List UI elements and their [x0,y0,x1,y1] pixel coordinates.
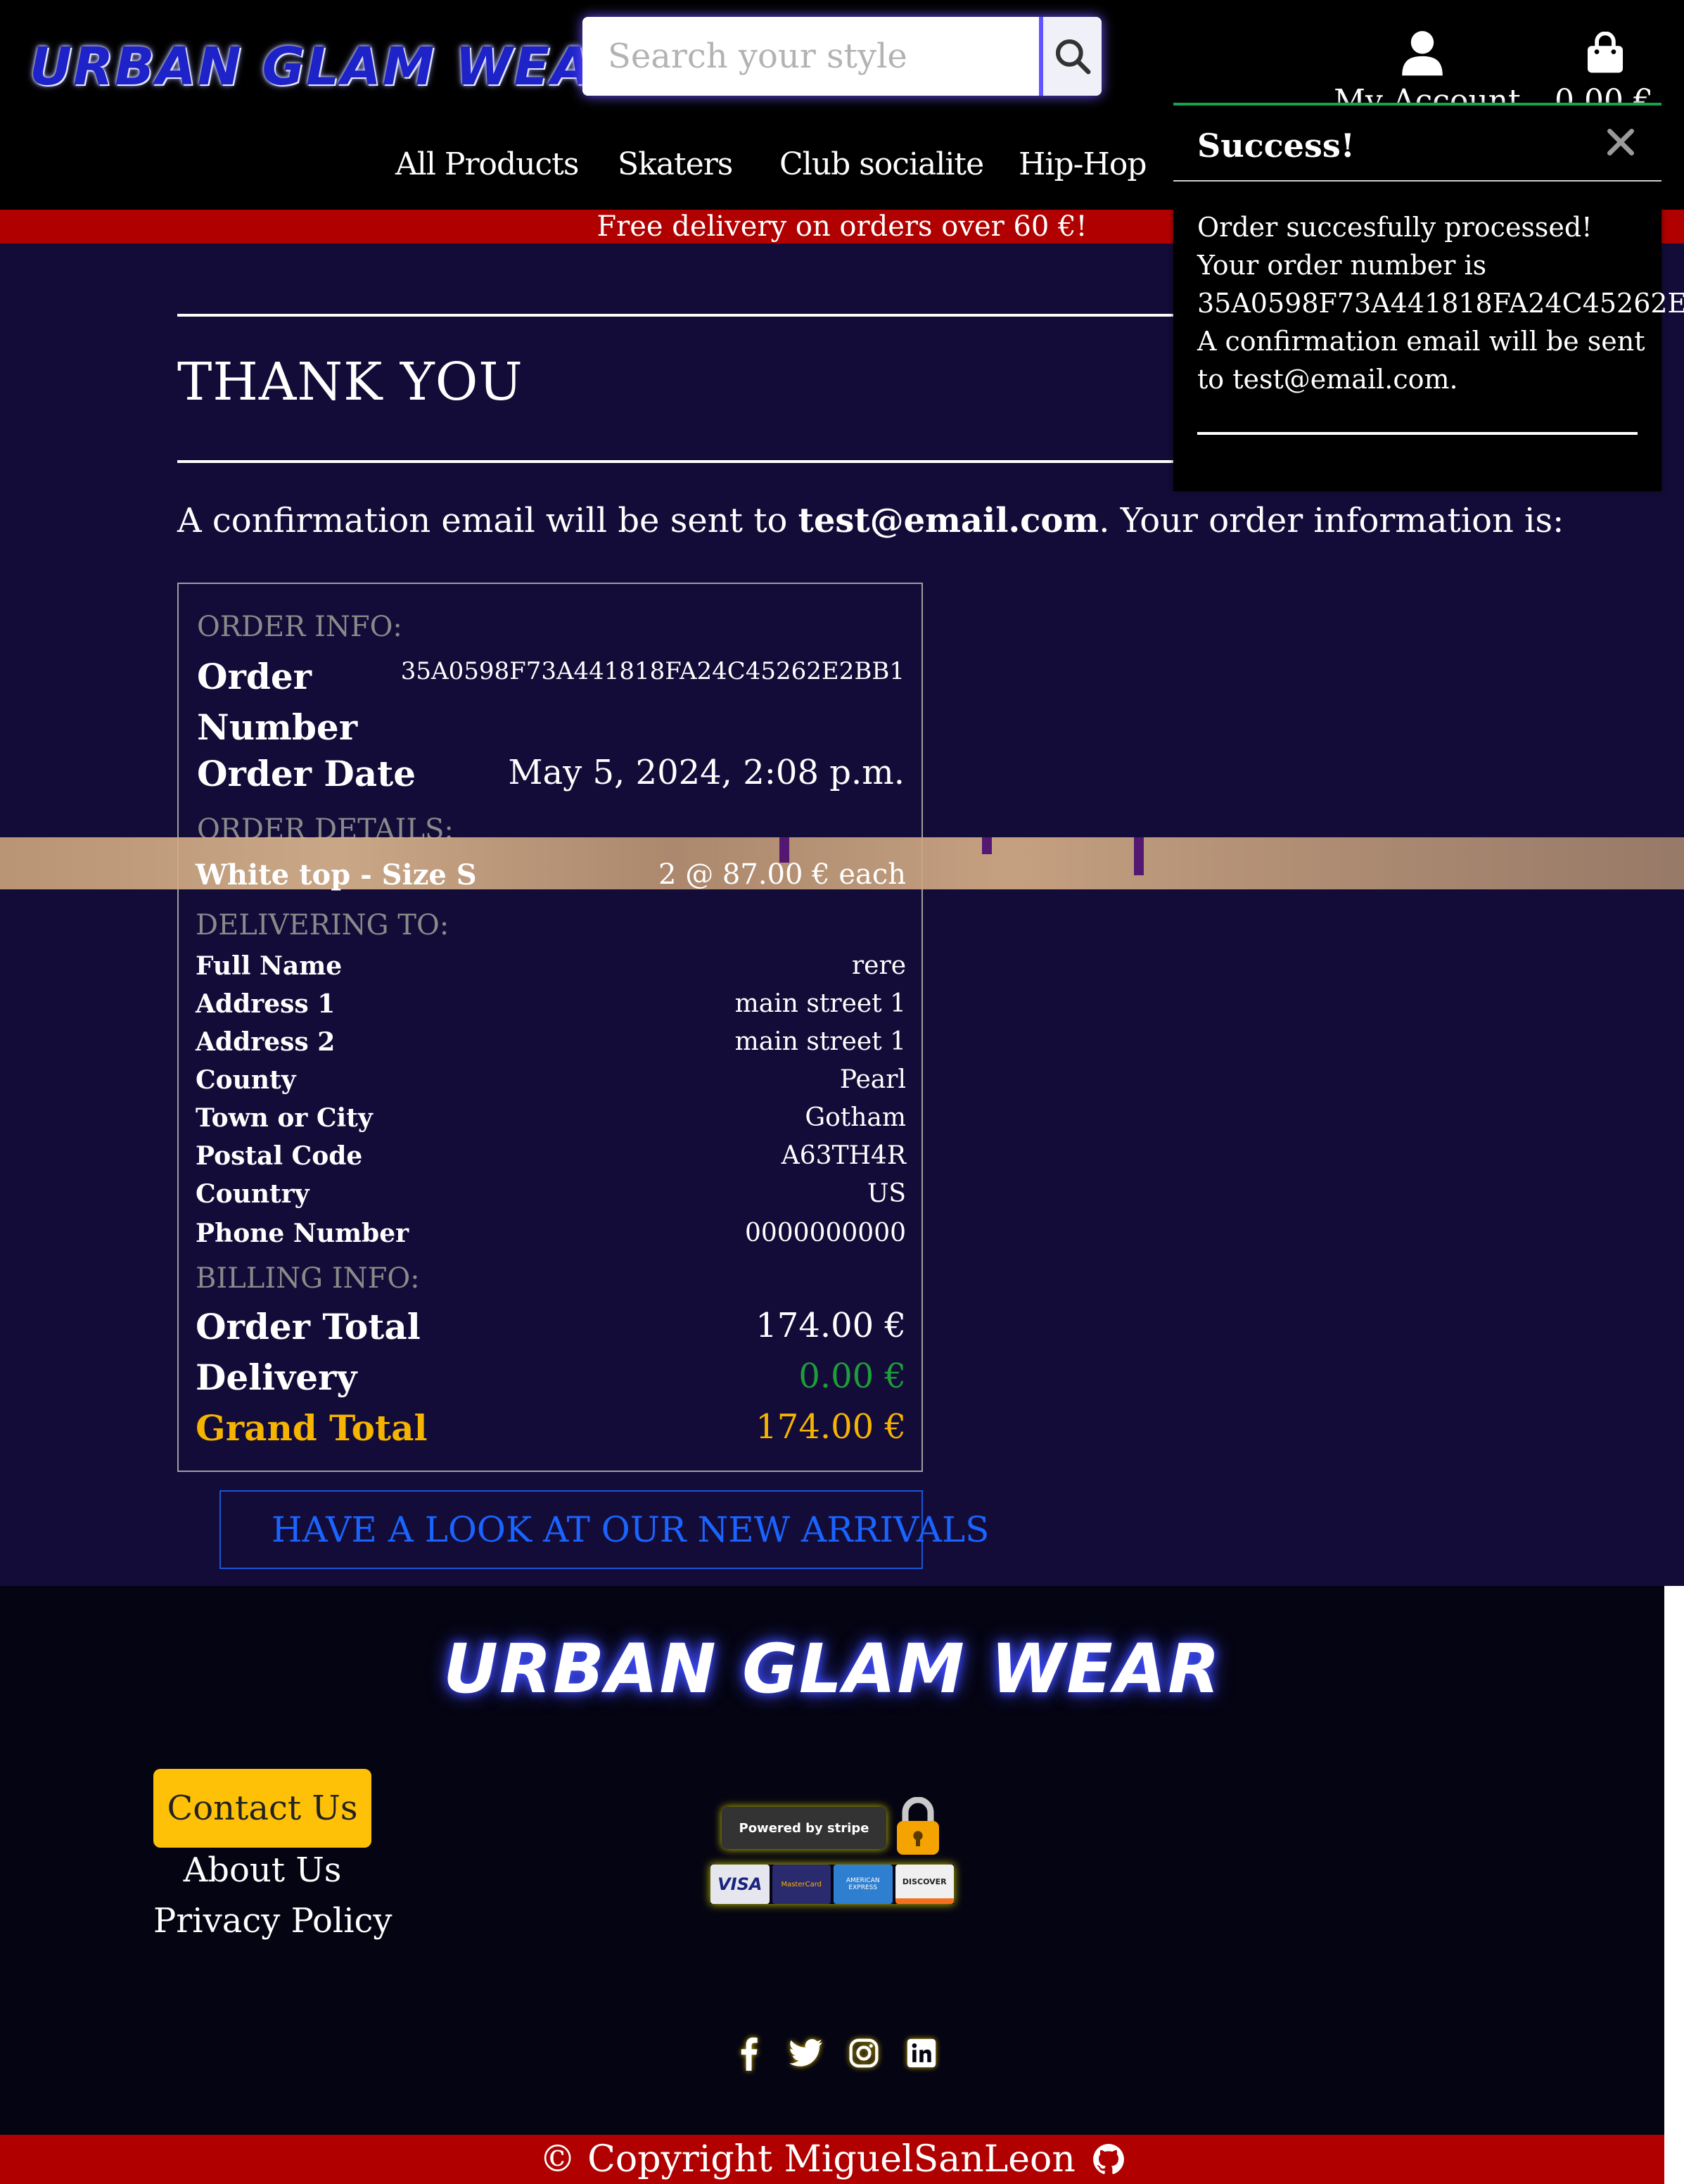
order-info-heading: ORDER INFO: [197,611,402,643]
new-arrivals-label: HAVE A LOOK AT OUR NEW ARRIVALS [272,1509,990,1550]
card-logos: VISA MasterCard AMERICAN EXPRESS DISCOVE… [710,1865,954,1904]
amex-logo: AMERICAN EXPRESS [834,1865,893,1904]
instagram-link[interactable] [847,2036,881,2070]
brick-wall-strip [0,837,1684,889]
nav-all-products[interactable]: All Products [395,146,579,182]
page-title: THANK YOU [177,352,523,412]
stripe-badge: Powered by stripe VISA MasterCard AMERIC… [710,1797,954,1914]
privacy-policy-link[interactable]: Privacy Policy [153,1901,393,1941]
shopping-bag-icon [1587,32,1624,73]
copyright-bar: © Copyright MiguelSanLeon [0,2135,1664,2184]
toast-divider [1173,180,1661,182]
order-number-label: Order Number [197,656,358,748]
confirmation-text: A confirmation email will be sent to tes… [177,501,1564,540]
linkedin-link[interactable] [905,2036,938,2070]
confirmation-prefix: A confirmation email will be sent to [177,501,798,540]
new-arrivals-button[interactable]: HAVE A LOOK AT OUR NEW ARRIVALS [219,1490,989,1569]
nav-skaters[interactable]: Skaters [618,146,733,182]
facebook-link[interactable] [732,2036,765,2071]
lock-icon [897,1797,939,1855]
toast-bottom-rule [1197,432,1638,435]
toast-close-button[interactable] [1602,124,1639,160]
linkedin-icon [907,2038,936,2068]
github-icon[interactable] [1092,2143,1125,2176]
cart-link[interactable] [1577,25,1633,82]
mastercard-logo: MasterCard [772,1865,831,1904]
about-us-link[interactable]: About Us [153,1850,371,1890]
order-number-value: 35A0598F73A441818FA24C45262E2BB1 [400,657,905,685]
order-summary: ORDER INFO: Order Number 35A0598F73A4418… [177,583,923,1472]
visa-logo: VISA [710,1865,770,1904]
twitter-icon [789,2038,822,2066]
search-button[interactable] [1039,17,1102,96]
social-links [732,2036,938,2071]
powered-by-stripe: Powered by stripe [722,1807,886,1849]
user-icon [1402,31,1443,76]
footer-logo: URBAN GLAM WEAR [442,1630,1221,1708]
close-icon [1607,129,1634,155]
confirmation-email: test@email.com [798,501,1099,540]
toast-title: Success! [1197,127,1355,165]
instagram-icon [849,2038,879,2068]
toast-message: Order succesfully processed! Your order … [1197,212,1684,395]
site-logo[interactable]: URBAN GLAM WEAR [30,37,634,97]
site-footer: URBAN GLAM WEAR Contact Us About Us Priv… [0,1586,1664,2135]
nav-club-socialite[interactable]: Club socialite [779,146,984,182]
nav-hip-hop[interactable]: Hip-Hop [1019,146,1147,182]
order-date-value: May 5, 2024, 2:08 p.m. [508,753,905,792]
search-input[interactable] [582,17,1039,96]
twitter-link[interactable] [789,2036,823,2070]
page-edge [1664,1586,1684,2184]
success-toast: Success! Order succesfully processed! Yo… [1173,103,1684,491]
copyright-text: © Copyright MiguelSanLeon [539,2138,1076,2180]
account-link[interactable] [1394,25,1450,82]
search-bar [582,17,1102,96]
contact-us-button[interactable]: Contact Us [153,1769,371,1848]
confirmation-suffix: . Your order information is: [1099,501,1564,540]
discover-logo: DISCOVER [895,1865,954,1904]
order-date-label: Order Date [197,753,416,794]
search-icon [1055,39,1090,75]
stripe-text: Powered by stripe [739,1820,869,1836]
facebook-icon [741,2037,758,2071]
